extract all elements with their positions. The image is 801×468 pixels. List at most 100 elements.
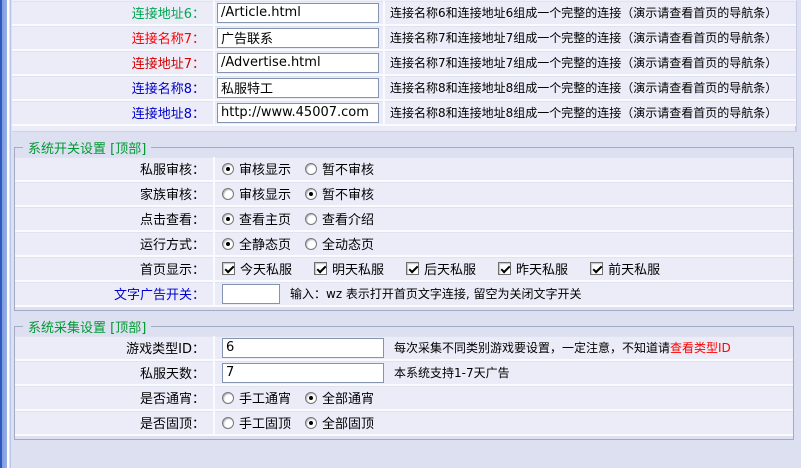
field-hint: 本系统支持1-7天广告	[394, 364, 510, 381]
radio-icon[interactable]	[222, 238, 234, 250]
field-content: 全静态页 全动态页	[215, 234, 793, 253]
field-label: 文字广告开关：	[15, 282, 215, 305]
checkbox-label: 明天私服	[332, 259, 384, 278]
sifu-days-input[interactable]	[222, 363, 384, 383]
section-legend: 系统开关设置 [顶部]	[23, 138, 151, 157]
field-description: 连接名称8和连接地址8组成一个完整的连接（演示请查看首页的导航条）	[385, 79, 796, 96]
text-ad-switch-input[interactable]	[222, 284, 280, 304]
radio-icon[interactable]	[222, 163, 234, 175]
system-switch-fieldset: 系统开关设置 [顶部] 私服审核： 审核显示 暂不审核 家族审核： 审核显示	[14, 138, 794, 311]
form-row: 私服天数： 本系统支持1-7天广告	[15, 361, 793, 386]
settings-form: 连接地址6： 连接名称6和连接地址6组成一个完整的连接（演示请查看首页的导航条）…	[12, 0, 797, 440]
checkbox-icon[interactable]	[222, 262, 235, 275]
field-content: 手工通宵 全部通宵	[215, 388, 793, 407]
view-type-id-link[interactable]: 查看类型ID	[670, 339, 731, 356]
radio-option[interactable]: 暂不审核	[305, 184, 374, 203]
radio-icon[interactable]	[305, 213, 317, 225]
radio-option[interactable]: 全动态页	[305, 234, 374, 253]
radio-icon[interactable]	[305, 392, 317, 404]
form-row: 点击查看： 查看主页 查看介绍	[15, 207, 793, 232]
radio-label: 手工固顶	[239, 413, 291, 432]
link-url-6-input[interactable]	[217, 3, 379, 23]
system-collect-fieldset: 系统采集设置 [顶部] 游戏类型ID： 每次采集不同类别游戏要设置，一定注意，不…	[14, 317, 794, 440]
table-footer	[12, 126, 796, 132]
field-content: 今天私服 明天私服 后天私服 昨天私服 前天私服	[215, 259, 793, 278]
link-url-7-input[interactable]	[217, 53, 379, 73]
checkbox-icon[interactable]	[406, 262, 419, 275]
radio-icon[interactable]	[305, 163, 317, 175]
field-hint: 输入：wz 表示打开首页文字连接, 留空为关闭文字开关	[290, 285, 582, 302]
radio-option[interactable]: 查看介绍	[305, 209, 374, 228]
radio-option[interactable]: 审核显示	[222, 159, 291, 178]
table-row: 连接地址7： 连接名称7和连接地址7组成一个完整的连接（演示请查看首页的导航条）	[12, 51, 796, 76]
field-description: 连接名称7和连接地址7组成一个完整的连接（演示请查看首页的导航条）	[385, 54, 796, 71]
checkbox-icon[interactable]	[314, 262, 327, 275]
link-url-8-input[interactable]	[217, 103, 379, 123]
form-row: 是否固顶： 手工固顶 全部固顶	[15, 411, 793, 436]
form-row: 游戏类型ID： 每次采集不同类别游戏要设置，一定注意，不知道请查看类型ID	[15, 336, 793, 361]
radio-label: 查看介绍	[322, 209, 374, 228]
radio-label: 全部通宵	[322, 388, 374, 407]
radio-label: 暂不审核	[322, 159, 374, 178]
radio-icon[interactable]	[305, 238, 317, 250]
field-label: 游戏类型ID：	[15, 336, 215, 359]
checkbox-icon[interactable]	[498, 262, 511, 275]
radio-label: 暂不审核	[322, 184, 374, 203]
radio-option[interactable]: 查看主页	[222, 209, 291, 228]
field-label: 是否固顶：	[15, 411, 215, 434]
checkbox-option[interactable]: 今天私服	[222, 259, 292, 278]
radio-label: 全动态页	[322, 234, 374, 253]
radio-icon[interactable]	[222, 213, 234, 225]
field-hint: 每次采集不同类别游戏要设置，一定注意，不知道请	[394, 339, 670, 356]
radio-icon[interactable]	[305, 417, 317, 429]
form-row: 首页显示： 今天私服 明天私服 后天私服 昨天私服	[15, 257, 793, 282]
field-content: 审核显示 暂不审核	[215, 184, 793, 203]
checkbox-option[interactable]: 后天私服	[406, 259, 476, 278]
radio-label: 审核显示	[239, 159, 291, 178]
checkbox-label: 后天私服	[424, 259, 476, 278]
radio-option[interactable]: 全部固顶	[305, 413, 374, 432]
table-row: 连接地址6： 连接名称6和连接地址6组成一个完整的连接（演示请查看首页的导航条）	[12, 1, 796, 26]
field-input-cell	[215, 26, 385, 49]
link-name-8-input[interactable]	[217, 78, 379, 98]
field-label: 是否通宵：	[15, 386, 215, 409]
game-type-id-input[interactable]	[222, 338, 384, 358]
field-content: 查看主页 查看介绍	[215, 209, 793, 228]
field-label: 私服天数：	[15, 361, 215, 384]
radio-option[interactable]: 暂不审核	[305, 159, 374, 178]
checkbox-option[interactable]: 明天私服	[314, 259, 384, 278]
checkbox-label: 今天私服	[240, 259, 292, 278]
field-label: 运行方式：	[15, 232, 215, 255]
form-row: 运行方式： 全静态页 全动态页	[15, 232, 793, 257]
field-input-cell	[215, 51, 385, 74]
field-description: 连接名称7和连接地址7组成一个完整的连接（演示请查看首页的导航条）	[385, 29, 796, 46]
link-name-7-input[interactable]	[217, 28, 379, 48]
radio-option[interactable]: 全部通宵	[305, 388, 374, 407]
radio-label: 全静态页	[239, 234, 291, 253]
radio-label: 查看主页	[239, 209, 291, 228]
radio-option[interactable]: 审核显示	[222, 184, 291, 203]
radio-icon[interactable]	[222, 417, 234, 429]
form-row: 文字广告开关： 输入：wz 表示打开首页文字连接, 留空为关闭文字开关	[15, 282, 793, 307]
form-row: 家族审核： 审核显示 暂不审核	[15, 182, 793, 207]
checkbox-icon[interactable]	[590, 262, 603, 275]
link-settings-table: 连接地址6： 连接名称6和连接地址6组成一个完整的连接（演示请查看首页的导航条）…	[12, 0, 797, 132]
radio-icon[interactable]	[305, 188, 317, 200]
field-content: 手工固顶 全部固顶	[215, 413, 793, 432]
checkbox-option[interactable]: 前天私服	[590, 259, 660, 278]
field-content: 审核显示 暂不审核	[215, 159, 793, 178]
radio-option[interactable]: 手工固顶	[222, 413, 291, 432]
form-row: 私服审核： 审核显示 暂不审核	[15, 157, 793, 182]
field-description: 连接名称6和连接地址6组成一个完整的连接（演示请查看首页的导航条）	[385, 4, 796, 21]
radio-option[interactable]: 全静态页	[222, 234, 291, 253]
radio-icon[interactable]	[222, 392, 234, 404]
field-label: 首页显示：	[15, 257, 215, 280]
field-label: 连接名称8：	[12, 76, 215, 99]
radio-label: 审核显示	[239, 184, 291, 203]
field-label: 连接地址8：	[12, 101, 215, 124]
checkbox-label: 昨天私服	[516, 259, 568, 278]
radio-option[interactable]: 手工通宵	[222, 388, 291, 407]
radio-icon[interactable]	[222, 188, 234, 200]
radio-label: 全部固顶	[322, 413, 374, 432]
checkbox-option[interactable]: 昨天私服	[498, 259, 568, 278]
